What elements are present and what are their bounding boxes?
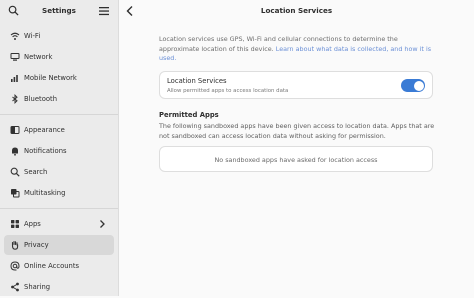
apps-icon	[11, 220, 19, 228]
location-services-subtitle: Allow permitted apps to access location …	[167, 88, 289, 94]
sidebar-separator	[0, 114, 118, 115]
sidebar-item-label: Search	[24, 168, 48, 176]
location-description: Location services use GPS, Wi-Fi and cel…	[159, 35, 439, 64]
sidebar-item-search[interactable]: Search	[4, 162, 114, 182]
mobile-network-icon	[11, 75, 18, 82]
sidebar-item-label: Notifications	[24, 147, 67, 155]
sidebar-item-label: Mobile Network	[24, 74, 77, 82]
hand-icon	[11, 240, 19, 250]
permitted-apps-description: The following sandboxed apps have been g…	[159, 122, 435, 140]
location-services-title: Location Services	[167, 77, 227, 85]
search-icon	[10, 167, 20, 177]
empty-state-text: No sandboxed apps have asked for locatio…	[214, 156, 378, 164]
permitted-apps-list: No sandboxed apps have asked for locatio…	[159, 146, 433, 172]
location-services-toggle[interactable]	[401, 79, 425, 92]
sidebar-list: Wi-Fi Network Mobile Network Bluetooth A…	[0, 25, 118, 298]
share-icon	[11, 282, 19, 292]
sidebar-separator	[0, 208, 118, 209]
sidebar-item-multitasking[interactable]: Multitasking	[4, 183, 114, 203]
appearance-icon	[10, 126, 20, 134]
multitasking-icon	[11, 189, 20, 198]
bluetooth-icon	[12, 94, 18, 104]
main-header: Location Services	[119, 0, 474, 24]
chevron-right-icon	[100, 220, 105, 228]
sidebar-header: Settings	[0, 0, 118, 24]
sidebar-item-privacy[interactable]: Privacy	[4, 235, 114, 255]
at-icon	[10, 261, 20, 271]
sidebar-item-label: Apps	[24, 220, 41, 228]
sidebar-item-sharing[interactable]: Sharing	[4, 277, 114, 297]
sidebar-item-label: Online Accounts	[24, 262, 80, 270]
sidebar-item-notifications[interactable]: Notifications	[4, 141, 114, 161]
sidebar-item-bluetooth[interactable]: Bluetooth	[4, 89, 114, 109]
sidebar-item-label: Sharing	[24, 283, 51, 291]
sidebar-item-label: Bluetooth	[24, 95, 57, 103]
sidebar-item-label: Appearance	[24, 126, 65, 134]
sidebar-item-label: Multitasking	[24, 189, 66, 197]
permitted-apps-heading: Permitted Apps	[159, 111, 219, 119]
sidebar: Settings Wi-Fi Network Mobile Network Bl…	[0, 0, 119, 296]
network-icon	[10, 53, 20, 61]
main-panel: Location Services Location services use …	[119, 0, 474, 296]
sidebar-item-online-accounts[interactable]: Online Accounts	[4, 256, 114, 276]
location-services-row: Location Services Allow permitted apps t…	[159, 71, 433, 99]
sidebar-item-appearance[interactable]: Appearance	[4, 120, 114, 140]
wifi-icon	[10, 32, 20, 40]
toggle-knob	[413, 80, 424, 91]
sidebar-item-label: Wi-Fi	[24, 32, 41, 40]
sidebar-item-label: Privacy	[24, 241, 49, 249]
hamburger-menu-icon[interactable]	[99, 6, 109, 16]
sidebar-item-label: Network	[24, 53, 53, 61]
sidebar-item-mobile-network[interactable]: Mobile Network	[4, 68, 114, 88]
sidebar-item-network[interactable]: Network	[4, 47, 114, 67]
page-title: Location Services	[260, 6, 333, 15]
bell-icon	[12, 147, 18, 156]
sidebar-item-apps[interactable]: Apps	[4, 214, 114, 234]
sidebar-item-wifi[interactable]: Wi-Fi	[4, 26, 114, 46]
